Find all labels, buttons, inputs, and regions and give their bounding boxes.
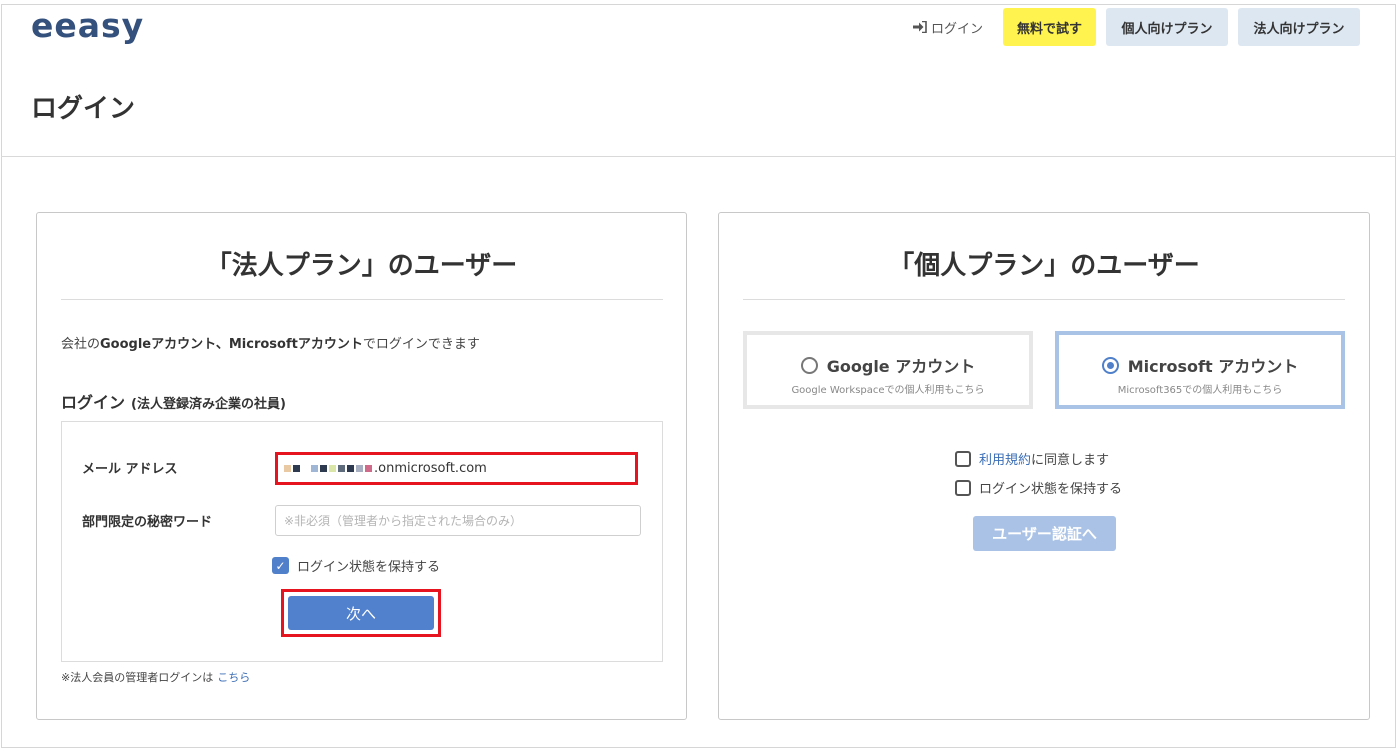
corporate-description: 会社のGoogleアカウント、Microsoftアカウントでログインできます	[61, 333, 480, 352]
free-trial-button[interactable]: 無料で試す	[1003, 8, 1096, 46]
google-account-option[interactable]: Google アカウント Google Workspaceでの個人利用もこちら	[743, 331, 1033, 409]
ms-option-sub: Microsoft365での個人利用もこちら	[1117, 385, 1283, 396]
corporate-panel-title: 「法人プラン」のユーザー	[205, 251, 518, 281]
corporate-plan-panel: 「法人プラン」のユーザー 会社のGoogleアカウント、Microsoftアカウ…	[36, 212, 687, 720]
microsoft-account-option[interactable]: Microsoft アカウント Microsoft365での個人利用もこちら	[1055, 331, 1345, 409]
desc-accounts: Googleアカウント、Microsoftアカウント	[100, 337, 363, 352]
ms-option-label: Microsoft アカウント	[1127, 357, 1299, 376]
ms-option-main: Microsoft アカウント	[1059, 353, 1341, 377]
google-option-main: Google アカウント	[747, 353, 1029, 377]
checkbox-empty-icon	[955, 479, 971, 496]
google-option-label: Google アカウント	[826, 357, 976, 376]
logo[interactable]: eeasy	[31, 6, 144, 45]
checkbox-empty-icon	[955, 450, 971, 467]
next-button-highlight: 次へ	[281, 589, 441, 637]
admin-login-link[interactable]: こちら	[217, 671, 250, 684]
email-value: .onmicrosoft.com	[374, 461, 487, 476]
email-input[interactable]: .onmicrosoft.com	[275, 452, 638, 485]
personal-remember-checkbox[interactable]: ログイン状態を保持する	[955, 478, 1122, 497]
desc-prefix: 会社の	[61, 337, 101, 352]
login-heading-text: ログイン	[61, 393, 126, 412]
desc-suffix: でログインできます	[362, 337, 480, 352]
login-form: メール アドレス .onmicrosoft.com 部門限定の秘密ワード ※非必…	[61, 421, 663, 662]
terms-link[interactable]: 利用規約	[979, 449, 1031, 468]
personal-panel-title: 「個人プラン」のユーザー	[888, 251, 1200, 281]
login-subheading: (法人登録済み企業の社員)	[131, 397, 286, 412]
header-divider	[1, 156, 1396, 157]
checkmark-icon: ✓	[272, 557, 289, 574]
personal-remember-label: ログイン状態を保持する	[979, 482, 1123, 497]
terms-agree-checkbox[interactable]: 利用規約 に同意します	[955, 449, 1109, 468]
email-label: メール アドレス	[82, 462, 178, 477]
admin-note-text: ※法人会員の管理者ログインは	[61, 671, 214, 684]
login-link[interactable]: ログイン	[913, 18, 984, 37]
login-heading: ログイン (法人登録済み企業の社員)	[61, 389, 286, 413]
next-button[interactable]: 次へ	[288, 596, 434, 630]
remember-login-label: ログイン状態を保持する	[297, 560, 441, 575]
department-password-input[interactable]: ※非必須（管理者から指定された場合のみ）	[275, 505, 641, 536]
corporate-plan-button[interactable]: 法人向けプラン	[1238, 8, 1360, 46]
radio-selected-icon	[1101, 356, 1119, 374]
page-title: ログイン	[31, 94, 136, 124]
user-auth-button[interactable]: ユーザー認証へ	[973, 516, 1116, 551]
sign-in-icon	[913, 21, 927, 33]
password-label: 部門限定の秘密ワード	[82, 515, 213, 530]
radio-unselected-icon	[800, 356, 818, 374]
admin-login-note: ※法人会員の管理者ログインは こちら	[61, 669, 250, 685]
redacted-mosaic	[284, 465, 372, 472]
personal-panel-divider	[743, 299, 1345, 300]
personal-plan-button[interactable]: 個人向けプラン	[1106, 8, 1228, 46]
corporate-panel-divider	[61, 299, 663, 300]
login-link-label: ログイン	[931, 21, 984, 37]
terms-suffix: に同意します	[1031, 453, 1110, 468]
personal-plan-panel: 「個人プラン」のユーザー Google アカウント Google Workspa…	[718, 212, 1370, 720]
remember-login-checkbox[interactable]: ✓ ログイン状態を保持する	[272, 556, 440, 575]
password-placeholder: ※非必須（管理者から指定された場合のみ）	[284, 514, 523, 528]
google-option-sub: Google Workspaceでの個人利用もこちら	[791, 385, 985, 396]
